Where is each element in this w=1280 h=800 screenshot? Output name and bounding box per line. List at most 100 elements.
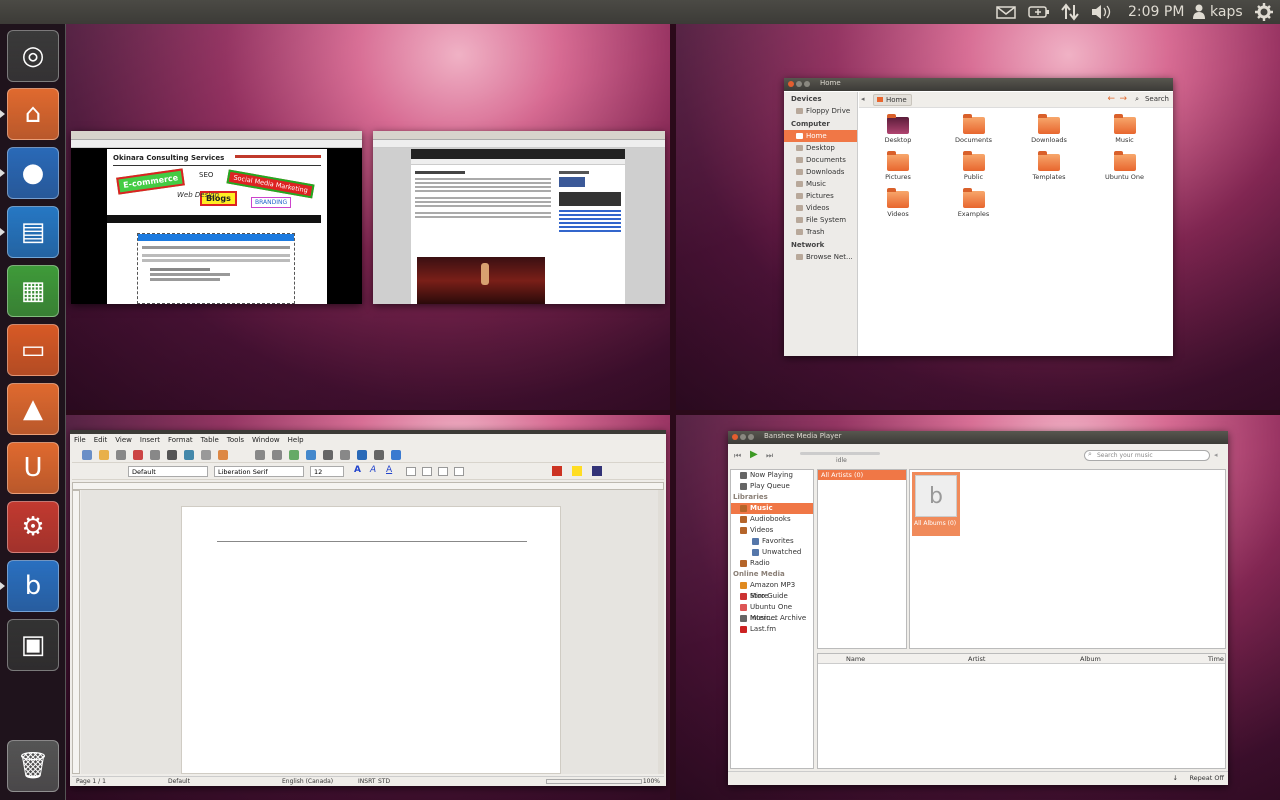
- mail-icon[interactable]: [996, 0, 1016, 24]
- repeat-button[interactable]: Repeat Off: [1189, 774, 1224, 782]
- background-color-icon[interactable]: [592, 466, 602, 476]
- location-back-arrow-icon[interactable]: ◂: [861, 95, 865, 103]
- banshee-launcher[interactable]: b: [7, 560, 59, 612]
- user-icon[interactable]: [1192, 0, 1206, 24]
- folder-item[interactable]: Desktop: [861, 114, 935, 153]
- fm-sidebar-item[interactable]: Videos: [784, 202, 857, 214]
- banshee-window[interactable]: Banshee Media Player ⏮ ▶ ⏭ idle Search y…: [728, 431, 1228, 785]
- browser-toolbar-2[interactable]: [373, 140, 665, 148]
- selection-mode[interactable]: STD: [378, 777, 390, 787]
- toolbar-button[interactable]: [323, 450, 333, 460]
- source-item[interactable]: Favorites: [731, 536, 813, 547]
- fm-sidebar-item[interactable]: Desktop: [784, 142, 857, 154]
- back-arrow-icon[interactable]: ←: [1107, 94, 1115, 104]
- folder-item[interactable]: Documents: [937, 114, 1011, 153]
- vertical-scrollbar[interactable]: [658, 490, 664, 774]
- toolbar-button[interactable]: [82, 450, 92, 460]
- system-settings-launcher[interactable]: ⚙: [7, 501, 59, 553]
- folder-item[interactable]: Templates: [1012, 151, 1086, 190]
- column-header[interactable]: Artist: [968, 655, 985, 663]
- source-item[interactable]: Radio: [731, 558, 813, 569]
- next-icon[interactable]: ⏭: [766, 451, 773, 461]
- fm-sidebar-item[interactable]: Trash: [784, 226, 857, 238]
- zoom-level[interactable]: 100%: [643, 777, 660, 787]
- search-input[interactable]: Search your music: [1084, 450, 1210, 461]
- menu-help[interactable]: Help: [288, 436, 304, 444]
- toolbar-button[interactable]: [167, 450, 177, 460]
- user-name[interactable]: kaps: [1210, 0, 1243, 24]
- workspace-switcher-launcher[interactable]: ▣: [7, 619, 59, 671]
- menu-tools[interactable]: Tools: [227, 436, 244, 444]
- source-item[interactable]: Miro Guide: [731, 591, 813, 602]
- font-size-select[interactable]: 12: [310, 466, 344, 477]
- volume-icon[interactable]: ◂: [1214, 451, 1218, 459]
- bold-icon[interactable]: A: [354, 465, 361, 475]
- writer-launcher[interactable]: ▤: [7, 206, 59, 258]
- folder-item[interactable]: Downloads: [1012, 114, 1086, 153]
- paragraph-style-select[interactable]: Default: [128, 466, 208, 477]
- toolbar-button[interactable]: [116, 450, 126, 460]
- fm-sidebar-item[interactable]: File System: [784, 214, 857, 226]
- minimize-icon[interactable]: [796, 81, 802, 87]
- location-home-button[interactable]: Home: [873, 94, 912, 106]
- power-gear-icon[interactable]: [1254, 0, 1274, 24]
- toolbar-button[interactable]: [340, 450, 350, 460]
- site-nav[interactable]: [107, 215, 321, 223]
- toolbar-button[interactable]: [374, 450, 384, 460]
- menu-table[interactable]: Table: [201, 436, 219, 444]
- toolbar-button[interactable]: [184, 450, 194, 460]
- home-folder-launcher[interactable]: ⌂: [7, 88, 59, 140]
- menu-file[interactable]: File: [74, 436, 86, 444]
- source-item[interactable]: Last.fm: [731, 624, 813, 635]
- network-icon[interactable]: [1060, 0, 1080, 24]
- source-item[interactable]: Ubuntu One Music...: [731, 602, 813, 622]
- document-page[interactable]: [181, 506, 561, 774]
- close-icon[interactable]: [788, 81, 794, 87]
- menu-format[interactable]: Format: [168, 436, 193, 444]
- toolbar-button[interactable]: [357, 450, 367, 460]
- search-icon[interactable]: ⌕: [1135, 95, 1139, 104]
- firefox-launcher[interactable]: ●: [7, 147, 59, 199]
- fm-sidebar-item[interactable]: Downloads: [784, 166, 857, 178]
- menu-view[interactable]: View: [115, 436, 132, 444]
- folder-item[interactable]: Pictures: [861, 151, 935, 190]
- source-item[interactable]: Audiobooks: [731, 514, 813, 525]
- all-artists-item[interactable]: All Artists (0): [818, 470, 906, 480]
- software-center-launcher[interactable]: ▲: [7, 383, 59, 435]
- fm-sidebar-item[interactable]: Home: [784, 130, 857, 142]
- source-item[interactable]: Videos: [731, 525, 813, 536]
- clock[interactable]: 2:09 PM: [1128, 0, 1184, 24]
- browser-toolbar[interactable]: [71, 140, 362, 148]
- fm-sidebar-item[interactable]: Pictures: [784, 190, 857, 202]
- menu-window[interactable]: Window: [252, 436, 280, 444]
- align-left-icon[interactable]: [406, 467, 416, 476]
- toolbar-button[interactable]: [391, 450, 401, 460]
- workspace-3[interactable]: File Edit View Insert Format Table Tools Window…: [66, 415, 670, 800]
- fm-sidebar-item[interactable]: Documents: [784, 154, 857, 166]
- search-button[interactable]: Search: [1145, 95, 1169, 103]
- toolbar-button[interactable]: [255, 450, 265, 460]
- toolbar-button[interactable]: [306, 450, 316, 460]
- browser-window-okinara[interactable]: Okinara Consulting Services E-commerce S…: [71, 131, 362, 304]
- folder-item[interactable]: Public: [937, 151, 1011, 190]
- font-name-select[interactable]: Liberation Serif: [214, 466, 304, 477]
- source-item[interactable]: Internet Archive: [731, 613, 813, 624]
- source-item[interactable]: Unwatched: [731, 547, 813, 558]
- trash-launcher[interactable]: 🗑: [7, 740, 59, 792]
- play-icon[interactable]: ▶: [750, 449, 758, 460]
- calc-launcher[interactable]: ▦: [7, 265, 59, 317]
- fm-sidebar-item[interactable]: Floppy Drive: [784, 105, 857, 117]
- align-center-icon[interactable]: [422, 467, 432, 476]
- maximize-icon[interactable]: [804, 81, 810, 87]
- ubuntu-one-launcher[interactable]: U: [7, 442, 59, 494]
- fm-titlebar[interactable]: Home: [784, 78, 1173, 91]
- toolbar-button[interactable]: [218, 450, 228, 460]
- align-right-icon[interactable]: [438, 467, 448, 476]
- toolbar-button[interactable]: [133, 450, 143, 460]
- source-item[interactable]: Music: [731, 503, 813, 514]
- source-item[interactable]: Play Queue: [731, 481, 813, 492]
- ubuntu-dash-launcher[interactable]: ◎: [7, 30, 59, 82]
- battery-icon[interactable]: [1028, 0, 1050, 24]
- forward-arrow-icon[interactable]: →: [1119, 94, 1127, 104]
- justify-icon[interactable]: [454, 467, 464, 476]
